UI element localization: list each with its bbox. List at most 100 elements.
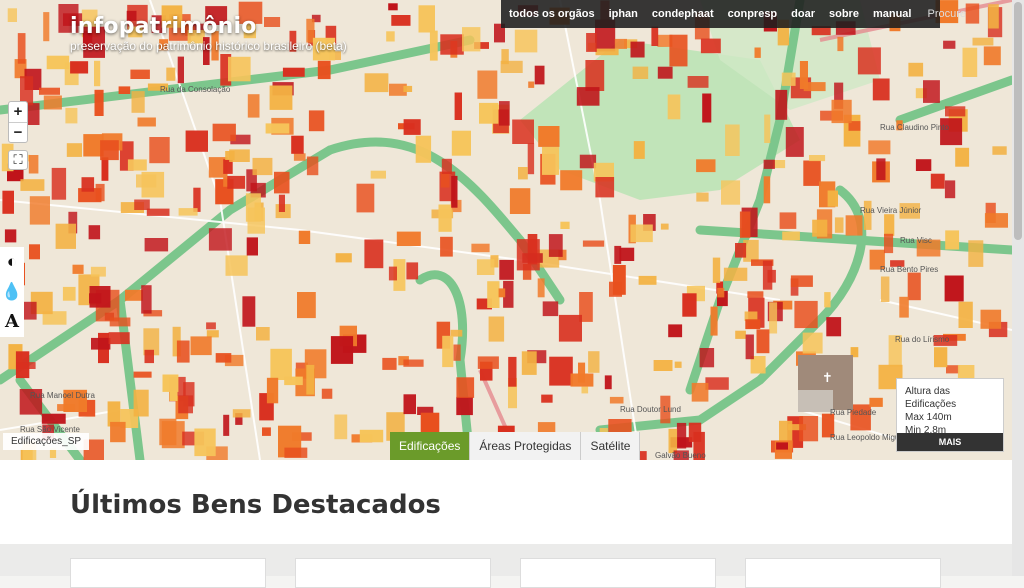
building-block xyxy=(321,388,333,399)
building-block xyxy=(228,56,251,82)
building-block xyxy=(785,127,804,157)
search-link[interactable]: Procure xyxy=(927,8,966,20)
nav-item-manual[interactable]: manual xyxy=(873,8,912,20)
building-block xyxy=(676,422,687,449)
building-block xyxy=(534,65,545,85)
building-block xyxy=(256,327,270,341)
building-block xyxy=(101,157,109,181)
building-block xyxy=(614,38,627,49)
featured-card[interactable] xyxy=(70,558,266,588)
nav-item-sobre[interactable]: sobre xyxy=(829,8,859,20)
building-block xyxy=(660,223,669,230)
featured-card[interactable] xyxy=(745,558,941,588)
building-block xyxy=(809,155,826,162)
building-block xyxy=(499,259,514,280)
building-block xyxy=(440,172,450,188)
building-block xyxy=(668,324,683,338)
building-block xyxy=(297,292,316,319)
building-block xyxy=(831,99,852,124)
building-block xyxy=(43,12,50,42)
font-size-icon[interactable]: A xyxy=(0,307,24,337)
building-block xyxy=(442,335,454,368)
svg-text:Rua Doutor Lund: Rua Doutor Lund xyxy=(620,405,681,414)
building-block xyxy=(306,364,315,395)
legend-more-button[interactable]: MAIS xyxy=(897,433,1003,451)
building-block xyxy=(146,208,170,216)
building-block xyxy=(630,41,645,58)
building-block xyxy=(826,317,842,337)
building-block xyxy=(471,243,490,253)
building-block xyxy=(262,427,271,436)
building-block xyxy=(876,158,886,181)
building-block xyxy=(586,33,597,52)
tab-edificacoes[interactable]: Edificações xyxy=(390,432,471,460)
building-block xyxy=(803,160,821,186)
nav-item-iphan[interactable]: iphan xyxy=(609,8,638,20)
map-view[interactable]: ✝ Rua da Consolação Rua Manoel Dutra Rua… xyxy=(0,0,1012,460)
building-block xyxy=(988,4,999,29)
building-block xyxy=(133,389,149,417)
building-block xyxy=(266,377,279,404)
layer-label: Edificações_SP xyxy=(3,433,90,450)
building-block xyxy=(291,135,304,154)
building-block xyxy=(537,278,545,298)
featured-card[interactable] xyxy=(295,558,491,588)
building-block xyxy=(538,126,560,147)
building-block xyxy=(161,421,185,449)
nav-item-doar[interactable]: doar xyxy=(791,8,815,20)
building-block xyxy=(745,334,754,360)
building-block xyxy=(334,414,348,440)
legend-title: Altura das Edificações xyxy=(905,386,957,410)
height-legend: Altura das Edificações Max 140m Min 2,8m… xyxy=(896,378,1004,452)
building-block xyxy=(923,80,940,103)
zoom-out-button[interactable]: − xyxy=(9,122,27,142)
building-block xyxy=(2,190,15,214)
site-title[interactable]: infopatrimônio xyxy=(70,14,347,39)
nav-item-condephaat[interactable]: condephaat xyxy=(652,8,714,20)
building-block xyxy=(674,361,682,368)
building-block xyxy=(247,94,260,118)
fullscreen-icon[interactable]: ⛶ xyxy=(8,150,28,170)
tab-satelite[interactable]: Satélite xyxy=(581,432,641,460)
building-block xyxy=(232,409,251,418)
building-block xyxy=(162,374,179,392)
svg-text:Rua Claudino Pinto: Rua Claudino Pinto xyxy=(880,123,949,132)
building-block xyxy=(7,8,17,22)
water-drop-icon[interactable]: 💧 xyxy=(0,277,24,307)
building-block xyxy=(144,349,154,364)
building-block xyxy=(712,257,721,283)
svg-text:Rua Vieira Júnior: Rua Vieira Júnior xyxy=(860,206,922,215)
building-block xyxy=(177,56,184,84)
building-block xyxy=(51,167,67,200)
building-block xyxy=(206,330,219,338)
nav-item-conpresp[interactable]: conpresp xyxy=(728,8,778,20)
map-layer-tabs: Edificações Áreas Protegidas Satélite xyxy=(390,432,641,460)
building-block xyxy=(834,217,844,233)
building-block xyxy=(579,154,597,169)
tab-areas-protegidas[interactable]: Áreas Protegidas xyxy=(470,432,582,460)
building-block xyxy=(857,47,881,75)
building-block xyxy=(944,275,964,302)
building-block xyxy=(215,353,232,363)
building-block xyxy=(880,276,890,302)
building-block xyxy=(972,37,994,46)
site-header: infopatrimônio preservação do patrimônio… xyxy=(70,14,347,53)
building-block xyxy=(274,171,290,194)
building-block xyxy=(915,159,932,171)
nav-item-todos-os-orgaos[interactable]: todos os orgãos xyxy=(509,8,595,20)
building-block xyxy=(549,356,573,386)
building-block xyxy=(415,135,432,163)
page-scrollbar[interactable] xyxy=(1012,0,1024,576)
building-block xyxy=(884,233,894,254)
building-block xyxy=(747,291,764,298)
building-block xyxy=(700,38,721,54)
site-subtitle: preservação do patrimônio histórico bras… xyxy=(70,39,347,53)
building-block xyxy=(980,309,1002,329)
zoom-in-button[interactable]: + xyxy=(9,102,27,122)
featured-card[interactable] xyxy=(520,558,716,588)
map-canvas[interactable]: ✝ Rua da Consolação Rua Manoel Dutra Rua… xyxy=(0,0,1012,460)
scrollbar-thumb[interactable] xyxy=(1014,2,1022,240)
contrast-icon[interactable]: ◐ xyxy=(0,247,24,277)
building-block xyxy=(541,394,553,403)
building-block xyxy=(576,87,600,106)
